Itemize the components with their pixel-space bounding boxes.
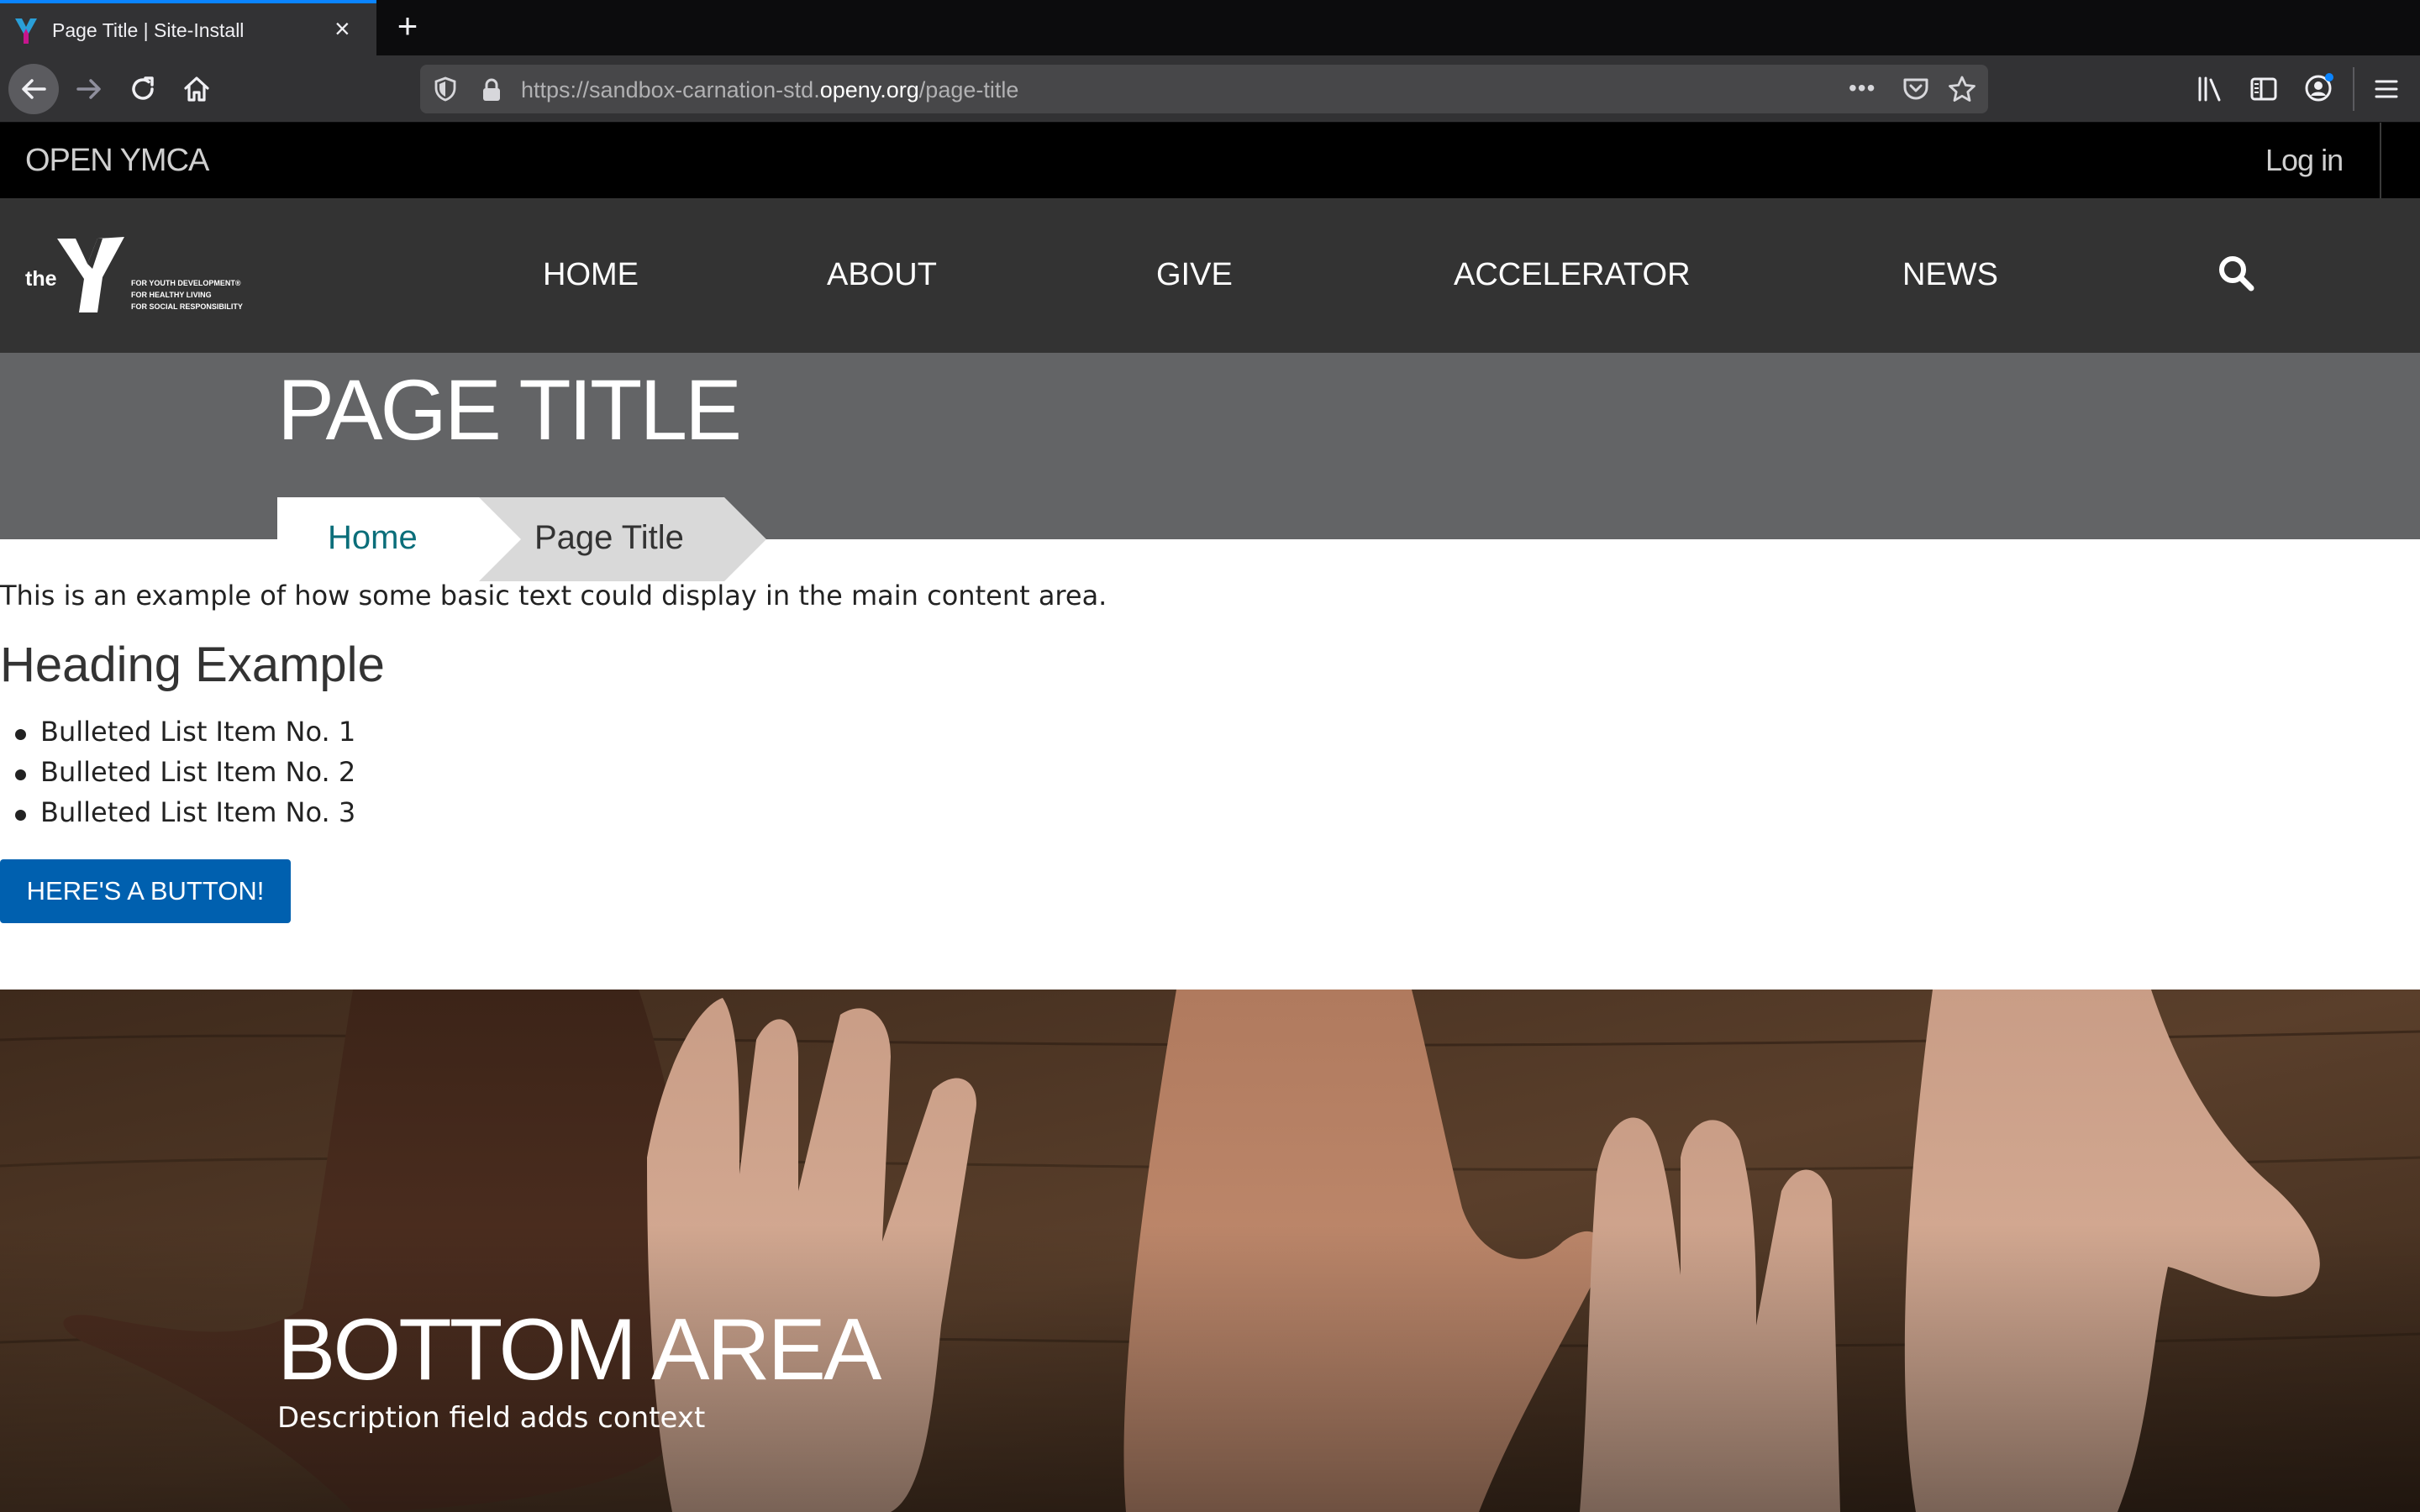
- back-arrow-icon: [22, 79, 46, 99]
- account-icon[interactable]: [2304, 72, 2334, 102]
- ymca-y-icon: [57, 237, 124, 312]
- main-navigation: the FOR YOUTH DEVELOPMENT® FOR HEALTHY L…: [0, 198, 2420, 353]
- url-bar[interactable]: https://sandbox-carnation-std.openy.org/…: [420, 65, 1988, 113]
- lock-icon[interactable]: [481, 77, 502, 102]
- intro-paragraph: This is an example of how some basic tex…: [0, 580, 1107, 612]
- bottom-area-hero: BOTTOM AREA Description field adds conte…: [0, 990, 2420, 1512]
- site-top-bar: OPEN YMCA Log in: [0, 123, 2420, 198]
- topbar-divider: [2380, 123, 2381, 198]
- search-icon[interactable]: [2217, 254, 2255, 292]
- bottom-area-description: Description field adds context: [277, 1401, 706, 1435]
- bulleted-list: Bulleted List Item No. 1 Bulleted List I…: [0, 716, 355, 837]
- reload-button[interactable]: [118, 64, 168, 114]
- browser-tab-strip: Page Title | Site-Install × +: [0, 0, 2420, 55]
- list-item: Bulleted List Item No. 2: [0, 756, 355, 796]
- toolbar-divider: [2353, 67, 2354, 111]
- url-prefix: https://sandbox-carnation-std.: [521, 77, 820, 102]
- bookmark-star-icon[interactable]: [1948, 76, 1976, 102]
- logo-taglines: FOR YOUTH DEVELOPMENT® FOR HEALTHY LIVIN…: [131, 277, 243, 312]
- cta-button[interactable]: HERE'S A BUTTON!: [0, 859, 291, 923]
- library-icon[interactable]: [2196, 76, 2225, 102]
- url-text[interactable]: https://sandbox-carnation-std.openy.org/…: [521, 77, 1018, 103]
- logo-word: the: [25, 267, 57, 291]
- content-heading: Heading Example: [0, 638, 385, 692]
- page-title: PAGE TITLE: [277, 362, 742, 458]
- breadcrumb-current-label: Page Title: [534, 519, 684, 556]
- tracking-protection-shield-icon[interactable]: [434, 76, 457, 102]
- logo-tagline: FOR YOUTH DEVELOPMENT®: [131, 279, 241, 287]
- login-link[interactable]: Log in: [2265, 143, 2344, 178]
- back-button[interactable]: [8, 64, 59, 114]
- logo-tagline: FOR SOCIAL RESPONSIBILITY: [131, 302, 243, 311]
- nav-about[interactable]: ABOUT: [827, 257, 937, 293]
- new-tab-icon[interactable]: +: [390, 8, 425, 44]
- url-domain: openy.org: [819, 77, 919, 102]
- reload-icon: [132, 76, 154, 100]
- breadcrumb-home-label[interactable]: Home: [328, 519, 418, 557]
- tab-title: Page Title | Site-Install: [52, 19, 245, 41]
- logo-tagline: FOR HEALTHY LIVING: [131, 291, 212, 299]
- browser-tab[interactable]: Page Title | Site-Install ×: [0, 0, 376, 55]
- nav-home[interactable]: HOME: [543, 257, 639, 293]
- home-icon: [184, 76, 209, 102]
- pocket-icon[interactable]: [1902, 76, 1929, 102]
- forward-arrow-icon: [76, 79, 101, 99]
- page-actions-menu-icon[interactable]: •••: [1849, 75, 1876, 102]
- breadcrumb-home[interactable]: Home: [277, 497, 479, 581]
- nav-give[interactable]: GIVE: [1156, 257, 1233, 293]
- site-name-link[interactable]: OPEN YMCA: [25, 143, 209, 179]
- ymca-logo[interactable]: the FOR YOUTH DEVELOPMENT® FOR HEALTHY L…: [25, 235, 252, 316]
- nav-news[interactable]: NEWS: [1902, 257, 1998, 293]
- forward-button[interactable]: [64, 64, 114, 114]
- url-path: /page-title: [918, 77, 1019, 102]
- nav-accelerator[interactable]: ACCELERATOR: [1454, 257, 1691, 293]
- browser-toolbar: https://sandbox-carnation-std.openy.org/…: [0, 55, 2420, 123]
- list-item: Bulleted List Item No. 3: [0, 796, 355, 837]
- list-item: Bulleted List Item No. 1: [0, 716, 355, 756]
- menu-hamburger-icon[interactable]: [2373, 76, 2400, 102]
- breadcrumb-home-arrow-shape: [479, 497, 521, 581]
- ymca-favicon-icon: [15, 18, 37, 44]
- tab-close-icon[interactable]: ×: [334, 15, 350, 42]
- sidebar-icon[interactable]: [2250, 76, 2277, 102]
- bottom-area-title: BOTTOM AREA: [277, 1301, 881, 1399]
- home-button[interactable]: [171, 64, 222, 114]
